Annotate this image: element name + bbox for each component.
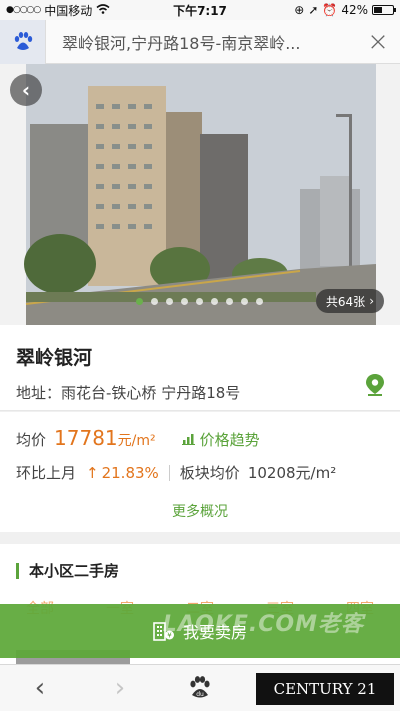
avg-price-unit: 元/m² xyxy=(117,433,156,449)
century21-label: CENTURY 21 xyxy=(273,680,377,698)
gallery-back-button[interactable]: ‹ xyxy=(10,74,42,106)
battery-icon xyxy=(372,5,396,15)
gallery-dot xyxy=(181,298,188,305)
address-value: 雨花台-铁心桥 宁丹路18号 xyxy=(61,384,241,402)
baidu-paw-icon: du xyxy=(190,676,210,698)
gallery-dots xyxy=(136,298,263,305)
chevron-left-icon: ‹ xyxy=(34,673,46,703)
gallery-dot xyxy=(211,298,218,305)
location-arrow-icon: ➚ xyxy=(308,3,319,17)
section-header: 本小区二手房 xyxy=(0,544,400,597)
watermark: LAOKE.COM老客 xyxy=(163,606,364,638)
carrier-label: 中国移动 xyxy=(44,3,93,18)
price-trend-label: 价格趋势 xyxy=(199,430,260,449)
gallery-dot xyxy=(196,298,203,305)
watermark-text: LAOKE.COM老客 xyxy=(162,612,364,637)
block-avg-value: 10208元/m² xyxy=(247,464,337,482)
bar-chart-icon xyxy=(181,434,195,445)
alarm-icon: ⏰ xyxy=(322,3,338,17)
block-avg-label: 板块均价 xyxy=(179,464,240,482)
chevron-left-icon: ‹ xyxy=(21,78,31,102)
baidu-paw-icon xyxy=(0,19,46,64)
section-accent-bar xyxy=(16,562,19,579)
divider xyxy=(168,464,170,481)
page-header: 翠岭银河,宁丹路18号-南京翠岭... × xyxy=(0,19,400,64)
price-trend-link[interactable]: 价格趋势 xyxy=(181,429,260,450)
battery-fill xyxy=(374,7,382,13)
gallery-dot xyxy=(166,298,173,305)
mom-label: 环比上月 xyxy=(16,464,77,482)
wifi-icon xyxy=(96,3,110,17)
photo-count-label: 共64张 xyxy=(325,294,366,309)
baidu-home-button[interactable]: du xyxy=(160,675,240,701)
chevron-right-icon: › xyxy=(369,294,374,308)
bottom-nav: ‹ › du CENTURY 21 xyxy=(0,664,400,711)
gallery-dot xyxy=(226,298,233,305)
up-arrow-icon: ↑ xyxy=(86,463,99,482)
svg-text:du: du xyxy=(196,691,204,698)
avg-price-row: 均价 17781 元/m² 价格趋势 xyxy=(16,426,384,450)
address-row: 地址： 雨花台-铁心桥 宁丹路18号 xyxy=(16,382,384,403)
nav-back-button[interactable]: ‹ xyxy=(0,673,80,703)
building-photo xyxy=(0,64,400,325)
century21-logo[interactable]: CENTURY 21 xyxy=(256,673,394,705)
chevron-right-icon: › xyxy=(114,673,126,703)
gallery-dot xyxy=(256,298,263,305)
avg-price-value: 17781 xyxy=(54,426,118,450)
signal-icon: ●○○○○ xyxy=(6,5,41,15)
more-overview-link[interactable]: 更多概况 xyxy=(16,501,384,521)
mom-value: 21.83% xyxy=(101,463,159,482)
status-time: 下午7:17 xyxy=(173,3,227,18)
avg-price-label: 均价 xyxy=(16,431,47,449)
status-left: ●○○○○ 中国移动 xyxy=(6,2,156,19)
gallery-dot xyxy=(241,298,248,305)
page-title: 翠岭银河,宁丹路18号-南京翠岭... xyxy=(62,33,301,53)
price-panel: 均价 17781 元/m² 价格趋势 环比上月 ↑ 21.83% 板块均价 10… xyxy=(0,412,400,532)
gallery-dot xyxy=(151,298,158,305)
address-label: 地址： xyxy=(16,384,62,402)
gallery-dot xyxy=(136,298,143,305)
map-pin-icon xyxy=(366,374,384,396)
close-button[interactable]: × xyxy=(356,20,400,64)
map-pin-button[interactable] xyxy=(364,373,386,397)
section-title: 本小区二手房 xyxy=(29,562,120,580)
nav-forward-button[interactable]: › xyxy=(80,673,160,703)
photo-count-button[interactable]: 共64张 › xyxy=(315,289,384,313)
rotation-lock-icon: ⊕ xyxy=(294,3,305,17)
community-info: 翠岭银河 地址： 雨花台-铁心桥 宁丹路18号 xyxy=(0,325,400,411)
price-change-row: 环比上月 ↑ 21.83% 板块均价 10208元/m² xyxy=(16,462,384,483)
community-name: 翠岭银河 xyxy=(16,347,93,369)
close-icon: × xyxy=(367,26,389,57)
status-right: ⊕ ➚ ⏰ 42% xyxy=(244,3,396,17)
battery-percent: 42% xyxy=(341,3,368,17)
photo-gallery[interactable]: ‹ 共64张 › xyxy=(0,64,400,325)
status-bar: ●○○○○ 中国移动 下午7:17 ⊕ ➚ ⏰ 42% xyxy=(0,0,400,20)
